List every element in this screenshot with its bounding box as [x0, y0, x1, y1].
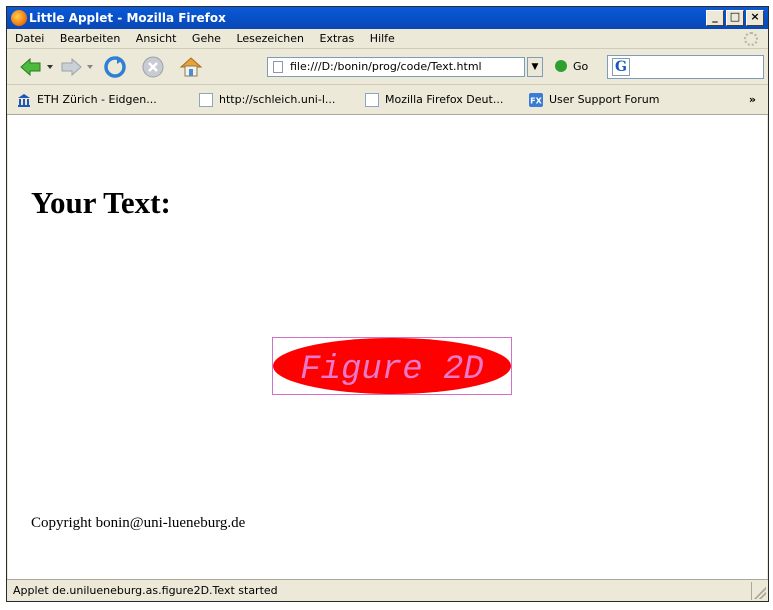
status-bar: Applet de.unilueneburg.as.figure2D.Text …	[7, 579, 768, 601]
menu-datei[interactable]: Datei	[15, 32, 44, 45]
building-icon	[18, 94, 30, 107]
bookmarks-toolbar: ETH Zürich - Eidgen... http://schleich.u…	[7, 85, 768, 115]
firefox-logo-icon	[11, 10, 27, 26]
svg-text:FX: FX	[530, 97, 542, 106]
throbber-icon	[744, 32, 758, 46]
url-input[interactable]: file:///D:/bonin/prog/code/Text.html	[267, 57, 525, 77]
back-dropdown-icon[interactable]	[47, 65, 53, 69]
page-heading: Your Text:	[31, 185, 171, 220]
bookmark-label: ETH Zürich - Eidgen...	[37, 93, 157, 106]
menu-gehe[interactable]: Gehe	[192, 32, 221, 45]
url-text: file:///D:/bonin/prog/code/Text.html	[290, 60, 482, 73]
window-controls: _ □ ×	[704, 10, 764, 26]
menu-lesezeichen[interactable]: Lesezeichen	[236, 32, 304, 45]
status-separator	[751, 582, 752, 600]
figure-2d-drawing: Figure 2D	[273, 338, 511, 394]
menu-bar: Datei Bearbeiten Ansicht Gehe Lesezeiche…	[7, 29, 768, 49]
applet-area[interactable]: Figure 2D	[272, 337, 512, 395]
fx-icon: FX	[529, 93, 543, 107]
go-button[interactable]: Go	[573, 58, 588, 76]
back-arrow-icon[interactable]	[19, 55, 43, 79]
google-icon[interactable]: G	[612, 58, 630, 76]
title-bar: Little Applet - Mozilla Firefox _ □ ×	[7, 7, 768, 29]
stop-icon[interactable]	[141, 55, 165, 79]
bookmark-mozilla[interactable]: Mozilla Firefox Deut...	[365, 85, 503, 115]
minimize-button[interactable]: _	[706, 10, 724, 26]
maximize-button[interactable]: □	[726, 10, 744, 26]
bookmark-label: Mozilla Firefox Deut...	[385, 93, 504, 106]
home-icon[interactable]	[179, 55, 203, 79]
forward-dropdown-icon[interactable]	[87, 65, 93, 69]
reload-icon[interactable]	[103, 55, 127, 79]
page-icon	[199, 93, 213, 107]
menu-ansicht[interactable]: Ansicht	[136, 32, 177, 45]
page-icon	[365, 93, 379, 107]
url-dropdown-button[interactable]: ▼	[527, 57, 543, 77]
menu-hilfe[interactable]: Hilfe	[370, 32, 395, 45]
go-icon[interactable]	[555, 60, 567, 72]
bookmark-label: http://schleich.uni-l...	[219, 93, 336, 106]
bookmark-schleich[interactable]: http://schleich.uni-l...	[199, 85, 335, 115]
status-text: Applet de.unilueneburg.as.figure2D.Text …	[13, 584, 278, 597]
bookmark-eth[interactable]: ETH Zürich - Eidgen...	[17, 85, 157, 115]
applet-text: Figure 2D	[300, 351, 484, 389]
forward-arrow-icon[interactable]	[59, 55, 83, 79]
close-button[interactable]: ×	[746, 10, 764, 26]
page-content: Your Text: Figure 2D Copyright bonin@uni…	[8, 115, 767, 579]
menu-extras[interactable]: Extras	[320, 32, 355, 45]
page-icon	[273, 61, 283, 73]
resize-grip-icon[interactable]	[754, 587, 766, 599]
bookmarks-overflow-chevron[interactable]: »	[749, 85, 756, 115]
navigation-toolbar: file:///D:/bonin/prog/code/Text.html ▼ G…	[7, 49, 768, 85]
window-title: Little Applet - Mozilla Firefox	[29, 11, 226, 25]
bookmark-label: User Support Forum	[549, 93, 660, 106]
browser-window: Little Applet - Mozilla Firefox _ □ × Da…	[6, 6, 769, 602]
copyright-text: Copyright bonin@uni-lueneburg.de	[31, 515, 246, 531]
bookmark-support-forum[interactable]: FX User Support Forum	[529, 85, 659, 115]
menu-bearbeiten[interactable]: Bearbeiten	[60, 32, 120, 45]
search-input[interactable]: G	[607, 55, 764, 79]
